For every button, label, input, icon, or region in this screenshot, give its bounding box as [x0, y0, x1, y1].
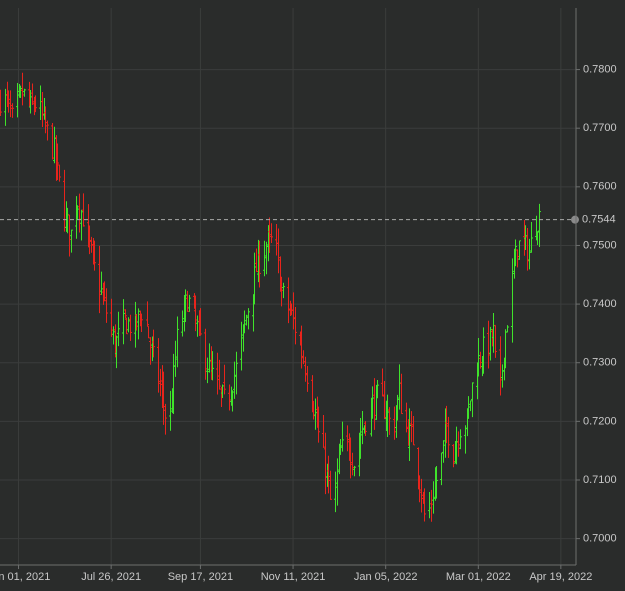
y-tick-label: 0.7100 [583, 474, 617, 486]
y-tick-label: 0.7500 [583, 239, 617, 251]
x-tick-label: Apr 19, 2022 [529, 571, 592, 583]
y-tick-label: 0.7700 [583, 122, 617, 134]
x-tick-label: Nov 11, 2021 [261, 571, 326, 583]
y-tick-label: 0.7600 [583, 181, 617, 193]
x-tick-label: Sep 17, 2021 [168, 571, 233, 583]
x-tick-label: Jan 05, 2022 [354, 571, 418, 583]
y-tick-label: 0.7400 [583, 298, 617, 310]
chart-container: 0.7544 0.7000 0.7100 0.7200 0.7300 0.7400 0.7… [0, 0, 625, 586]
reference-line-marker [571, 215, 579, 224]
y-tick-label: 0.7000 [583, 533, 617, 545]
x-tick-label: Jul 26, 2021 [81, 571, 141, 583]
y-tick-label: 0.7200 [583, 415, 617, 427]
x-tick-label: Jun 01, 2021 [0, 571, 50, 583]
plot-background [0, 0, 625, 586]
y-tick-label: 0.7300 [583, 357, 617, 369]
ohlc-chart: 0.7544 0.7000 0.7100 0.7200 0.7300 0.7400 0.7… [0, 0, 625, 586]
x-tick-label: Mar 01, 2022 [446, 571, 511, 583]
reference-line-label: 0.7544 [582, 214, 616, 226]
y-tick-label: 0.7800 [583, 63, 617, 75]
